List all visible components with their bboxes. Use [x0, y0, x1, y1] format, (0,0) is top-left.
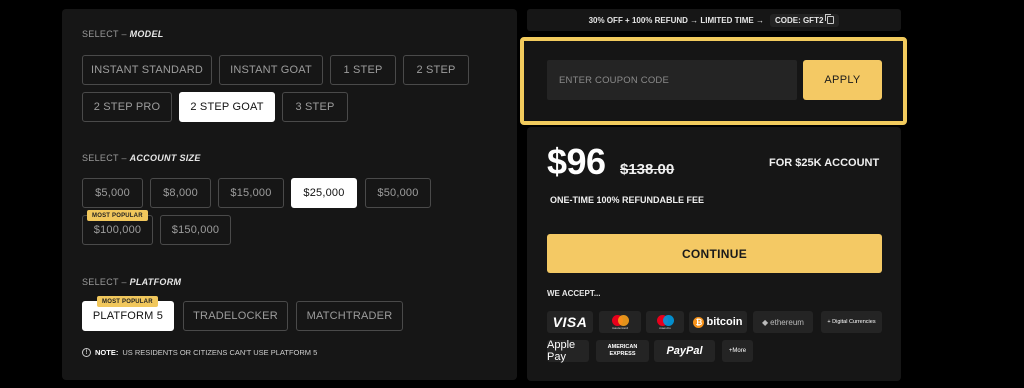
info-icon: !	[82, 348, 91, 357]
price: $96	[547, 141, 606, 182]
account-size-label-bold: ACCOUNT SIZE	[129, 153, 201, 163]
fee-label: ONE-TIME 100% REFUNDABLE FEE	[550, 195, 705, 205]
account-size-summary: FOR $25K ACCOUNT	[769, 157, 880, 169]
size-option-8000[interactable]: $8,000	[150, 178, 211, 208]
platform-label-bold: PLATFORM	[129, 277, 182, 287]
account-size-label-prefix: SELECT –	[82, 153, 130, 163]
more-payments-icon: +More	[722, 340, 753, 362]
platform-note: ! NOTE: US RESIDENTS OR CITIZENS CAN'T U…	[82, 348, 317, 357]
old-price: $138.00	[620, 161, 675, 178]
note-text: US RESIDENTS OR CITIZENS CAN'T USE PLATF…	[122, 348, 318, 357]
account-size-section-label: SELECT – ACCOUNT SIZE	[82, 153, 201, 163]
paypal-text: PayPal	[666, 345, 703, 357]
mastercard-text: mastercard	[611, 325, 629, 330]
amex-icon: AMERICAN EXPRESS	[596, 340, 649, 362]
visa-text: VISA	[552, 314, 588, 330]
promo-bar: 30% OFF + 100% REFUND → LIMITED TIME → C…	[527, 9, 901, 31]
platform-label-prefix: SELECT –	[82, 277, 130, 287]
model-option-3-step[interactable]: 3 STEP	[282, 92, 348, 122]
maestro-icon: maestro	[646, 311, 684, 333]
platform-option-tradelocker[interactable]: TRADELOCKER	[183, 301, 288, 331]
bitcoin-icon: ₿ bitcoin	[689, 311, 747, 333]
coupon-input[interactable]	[547, 60, 797, 100]
size-option-150000[interactable]: $150,000	[160, 215, 231, 245]
amex-text: AMERICAN EXPRESS	[607, 344, 638, 357]
platform-section-label: SELECT – PLATFORM	[82, 277, 181, 287]
size-option-25000[interactable]: $25,000	[291, 178, 357, 208]
model-option-instant-standard[interactable]: INSTANT STANDARD	[82, 55, 212, 85]
ethereum-text: ethereum	[770, 317, 804, 327]
note-bold: NOTE:	[95, 348, 119, 357]
maestro-text: maestro	[659, 325, 671, 330]
paypal-icon: PayPal	[654, 340, 715, 362]
apply-button[interactable]: APPLY	[803, 60, 882, 100]
price-panel: $96 $138.00 FOR $25K ACCOUNT ONE-TIME 10…	[527, 127, 901, 381]
model-label-prefix: SELECT –	[82, 29, 130, 39]
model-option-instant-goat[interactable]: INSTANT GOAT	[219, 55, 323, 85]
digital-currencies-text: + Digital Currencies	[827, 318, 876, 325]
most-popular-badge-size: MOST POPULAR	[87, 210, 148, 221]
digital-currencies-icon: + Digital Currencies	[821, 311, 882, 333]
model-option-2-step[interactable]: 2 STEP	[403, 55, 469, 85]
size-option-50000[interactable]: $50,000	[365, 178, 431, 208]
model-section-label: SELECT – MODEL	[82, 29, 164, 39]
more-payments-text: +More	[728, 348, 747, 354]
promo-text: 30% OFF + 100% REFUND → LIMITED TIME →	[588, 15, 764, 25]
apple-pay-text: Apple Pay	[547, 339, 576, 363]
copy-icon[interactable]	[825, 14, 835, 24]
most-popular-badge-platform: MOST POPULAR	[97, 296, 158, 307]
we-accept-label: WE ACCEPT...	[547, 289, 601, 298]
size-option-5000[interactable]: $5,000	[82, 178, 143, 208]
apple-pay-icon: Apple Pay	[547, 339, 589, 363]
promo-code-chip[interactable]: CODE: GFT2	[769, 13, 840, 27]
continue-button[interactable]: CONTINUE	[547, 234, 882, 273]
model-option-1-step[interactable]: 1 STEP	[330, 55, 396, 85]
size-option-15000[interactable]: $15,000	[218, 178, 284, 208]
platform-option-matchtrader[interactable]: MATCHTRADER	[296, 301, 403, 331]
mastercard-icon: mastercard	[599, 311, 641, 333]
promo-code-text: CODE: GFT2	[774, 15, 824, 25]
visa-icon: VISA	[547, 311, 593, 333]
ethereum-icon: ◆ ethereum	[753, 311, 813, 333]
model-option-2-step-goat[interactable]: 2 STEP GOAT	[179, 92, 275, 122]
coupon-section: APPLY	[520, 37, 907, 125]
model-option-2-step-pro[interactable]: 2 STEP PRO	[82, 92, 172, 122]
model-label-bold: MODEL	[129, 29, 164, 39]
selection-panel: SELECT – MODEL INSTANT STANDARD INSTANT …	[62, 9, 517, 380]
bitcoin-text: bitcoin	[706, 316, 743, 328]
